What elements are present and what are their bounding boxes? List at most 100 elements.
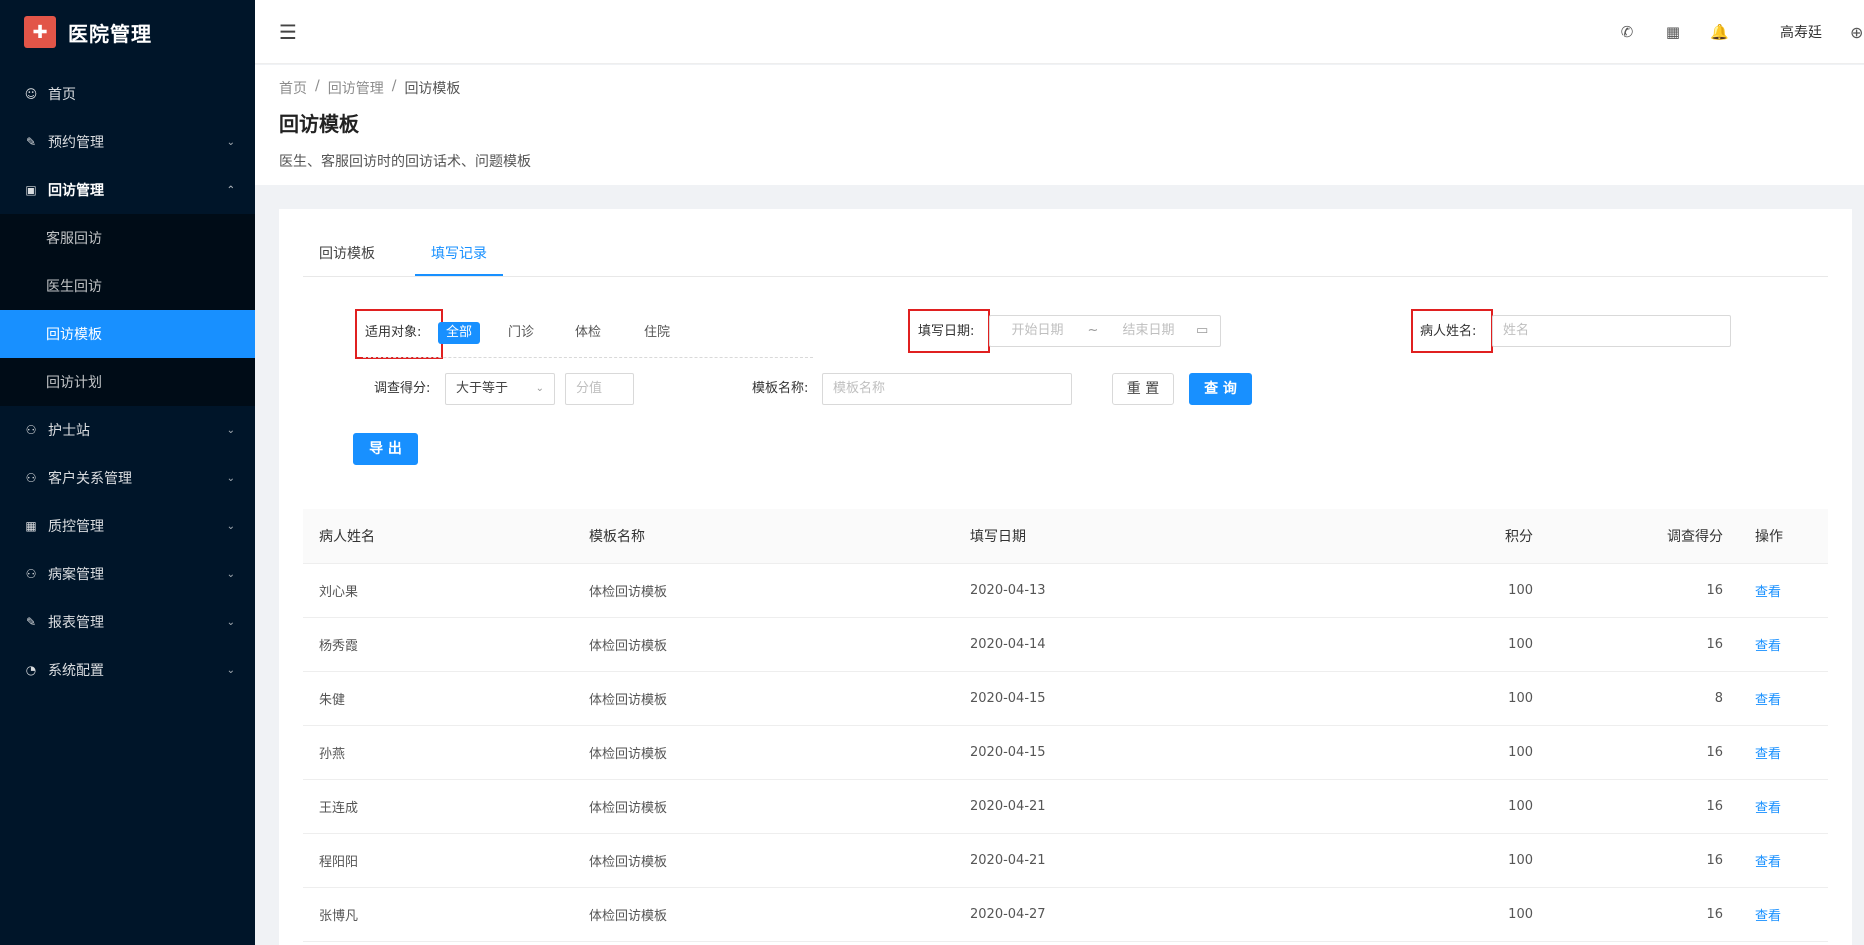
top-header: ☰ ✆ ▦ 🔔 高寿廷 ⊕ bbox=[255, 0, 1864, 64]
cell-date: 2020-04-27 bbox=[970, 907, 1046, 922]
sidebar-item-label: 系统配置 bbox=[48, 663, 104, 679]
sidebar-item-appointments[interactable]: ✎ 预约管理 ⌄ bbox=[0, 118, 255, 166]
breadcrumb-home[interactable]: 首页 bbox=[279, 78, 307, 98]
view-link[interactable]: 查看 bbox=[1755, 585, 1781, 600]
cell-template: 体检回访模板 bbox=[589, 693, 668, 708]
cell-patient: 孙燕 bbox=[319, 747, 346, 762]
sidebar-item-quality-control[interactable]: ▦ 质控管理 ⌄ bbox=[0, 502, 255, 550]
tab-bar: 回访模板 填写记录 bbox=[303, 209, 1828, 277]
cell-date: 2020-04-21 bbox=[970, 799, 1046, 814]
user-icon: ⚇ bbox=[25, 423, 37, 437]
header-actions: ✆ ▦ 🔔 高寿廷 ⊕ bbox=[1618, 0, 1864, 64]
bell-icon[interactable]: 🔔 bbox=[1710, 23, 1729, 41]
table-row: 朱健 体检回访模板 2020-04-15 100 8 查看 bbox=[303, 672, 1828, 726]
template-name-input[interactable]: 模板名称 bbox=[822, 373, 1072, 405]
export-button[interactable]: 导 出 bbox=[353, 433, 418, 465]
sidebar-item-label: 预约管理 bbox=[48, 135, 104, 151]
sidebar-item-label: 质控管理 bbox=[48, 519, 104, 535]
patient-name-input[interactable]: 姓名 bbox=[1492, 315, 1731, 347]
sidebar-item-label: 客户关系管理 bbox=[48, 471, 132, 487]
sidebar-item-label: 护士站 bbox=[48, 423, 90, 439]
cell-points: 100 bbox=[1508, 637, 1533, 652]
search-button[interactable]: 查 询 bbox=[1189, 373, 1252, 405]
sidebar-item-system-config[interactable]: ◔ 系统配置 ⌄ bbox=[0, 646, 255, 694]
breadcrumb-followup[interactable]: 回访管理 bbox=[328, 78, 384, 98]
score-operator-select[interactable]: 大于等于 ⌄ bbox=[445, 373, 555, 405]
view-link[interactable]: 查看 bbox=[1755, 801, 1781, 816]
cell-template: 体检回访模板 bbox=[589, 747, 668, 762]
chevron-down-icon: ⌄ bbox=[226, 616, 235, 628]
apps-icon[interactable]: ▦ bbox=[1664, 23, 1682, 41]
reset-button[interactable]: 重 置 bbox=[1112, 373, 1174, 405]
submenu-item-service-followup[interactable]: 客服回访 bbox=[0, 214, 255, 262]
cell-score: 8 bbox=[1714, 691, 1723, 706]
cell-score: 16 bbox=[1706, 907, 1723, 922]
cell-date: 2020-04-21 bbox=[970, 853, 1046, 868]
breadcrumb: 首页 / 回访管理 / 回访模板 bbox=[279, 78, 1864, 98]
view-link[interactable]: 查看 bbox=[1755, 855, 1781, 870]
date-start-input[interactable]: 开始日期 bbox=[990, 316, 1085, 346]
date-range-picker[interactable]: 开始日期 ~ 结束日期 ▭ bbox=[989, 315, 1221, 347]
chevron-down-icon: ⌄ bbox=[226, 424, 235, 436]
cell-points: 100 bbox=[1508, 853, 1533, 868]
target-option-checkup[interactable]: 体检 bbox=[567, 322, 609, 344]
submenu-item-doctor-followup[interactable]: 医生回访 bbox=[0, 262, 255, 310]
phone-icon[interactable]: ✆ bbox=[1618, 23, 1636, 41]
cell-patient: 刘心果 bbox=[319, 585, 359, 600]
cell-points: 100 bbox=[1508, 799, 1533, 814]
sidebar-item-medical-records[interactable]: ⚇ 病案管理 ⌄ bbox=[0, 550, 255, 598]
column-header-points: 积分 bbox=[1505, 529, 1533, 545]
calendar-icon: ▭ bbox=[1196, 323, 1209, 338]
table-header: 病人姓名 模板名称 填写日期 积分 调查得分 操作 bbox=[303, 509, 1828, 564]
globe-icon[interactable]: ⊕ bbox=[1850, 23, 1864, 42]
submenu-item-followup-template[interactable]: 回访模板 bbox=[0, 310, 255, 358]
user-icon: ⚇ bbox=[25, 567, 37, 581]
tab-followup-template[interactable]: 回访模板 bbox=[303, 232, 391, 276]
logo[interactable]: ✚ 医院管理 bbox=[0, 0, 255, 64]
page-header: 首页 / 回访管理 / 回访模板 回访模板 医生、客服回访时的回访话术、问题模板 bbox=[255, 65, 1864, 185]
view-link[interactable]: 查看 bbox=[1755, 693, 1781, 708]
score-value-input[interactable]: 分值 bbox=[565, 373, 634, 405]
table-row: 孙燕 体检回访模板 2020-04-15 100 16 查看 bbox=[303, 726, 1828, 780]
date-end-input[interactable]: 结束日期 bbox=[1101, 316, 1196, 346]
submenu-item-followup-plan[interactable]: 回访计划 bbox=[0, 358, 255, 406]
view-link[interactable]: 查看 bbox=[1755, 909, 1781, 924]
cell-score: 16 bbox=[1706, 583, 1723, 598]
sidebar-item-label: 回访管理 bbox=[48, 183, 104, 199]
score-operator-value: 大于等于 bbox=[456, 381, 509, 396]
cell-patient: 王连成 bbox=[319, 801, 359, 816]
chevron-down-icon: ⌄ bbox=[226, 520, 235, 532]
view-link[interactable]: 查看 bbox=[1755, 747, 1781, 762]
sidebar-item-nurse-station[interactable]: ⚇ 护士站 ⌄ bbox=[0, 406, 255, 454]
target-label: 适用对象: bbox=[365, 325, 422, 340]
cell-template: 体检回访模板 bbox=[589, 909, 668, 924]
menu-fold-icon[interactable]: ☰ bbox=[279, 20, 301, 44]
sidebar-item-crm[interactable]: ⚇ 客户关系管理 ⌄ bbox=[0, 454, 255, 502]
date-label: 填写日期: bbox=[918, 324, 975, 339]
sidebar-item-reports[interactable]: ✎ 报表管理 ⌄ bbox=[0, 598, 255, 646]
column-header-action: 操作 bbox=[1755, 529, 1783, 545]
table-row: 程阳阳 体检回访模板 2020-04-21 100 16 查看 bbox=[303, 834, 1828, 888]
cell-patient: 杨秀霞 bbox=[319, 639, 359, 654]
cell-points: 100 bbox=[1508, 907, 1533, 922]
target-option-outpatient[interactable]: 门诊 bbox=[500, 322, 542, 344]
view-link[interactable]: 查看 bbox=[1755, 639, 1781, 654]
chevron-up-icon: ⌃ bbox=[226, 184, 235, 196]
tab-fill-records[interactable]: 填写记录 bbox=[415, 232, 503, 276]
user-icon: ⚇ bbox=[25, 471, 37, 485]
chevron-down-icon: ⌄ bbox=[226, 568, 235, 580]
sidebar-item-label: 报表管理 bbox=[48, 615, 104, 631]
cell-score: 16 bbox=[1706, 745, 1723, 760]
cell-template: 体检回访模板 bbox=[589, 855, 668, 870]
sidebar-item-home[interactable]: ☺ 首页 bbox=[0, 70, 255, 118]
lock-icon: ▣ bbox=[25, 183, 37, 197]
target-option-inpatient[interactable]: 住院 bbox=[636, 322, 678, 344]
target-option-all[interactable]: 全部 bbox=[438, 322, 481, 344]
chevron-down-icon: ⌄ bbox=[226, 472, 235, 484]
edit-icon: ✎ bbox=[25, 615, 37, 629]
cell-template: 体检回访模板 bbox=[589, 801, 668, 816]
table-row: 杨秀霞 体检回访模板 2020-04-14 100 16 查看 bbox=[303, 618, 1828, 672]
sidebar-item-followup[interactable]: ▣ 回访管理 ⌃ bbox=[0, 166, 255, 214]
user-name[interactable]: 高寿廷 bbox=[1780, 22, 1822, 42]
score-label: 调查得分: bbox=[374, 381, 431, 396]
